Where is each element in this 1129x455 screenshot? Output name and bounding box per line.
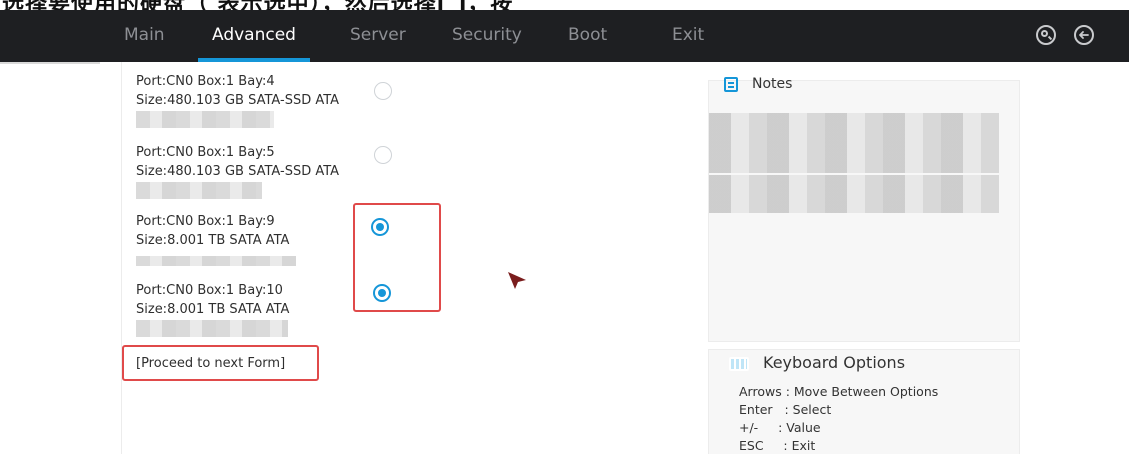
tab-security[interactable]: Security xyxy=(452,10,522,62)
proceed-to-next-form-link[interactable]: [Proceed to next Form] xyxy=(136,356,285,371)
keyboard-option-row: Enter : Select xyxy=(739,402,832,417)
notes-icon xyxy=(724,77,738,92)
back-icon[interactable] xyxy=(1074,25,1094,45)
keyboard-options-panel: Keyboard Options Arrows : Move Between O… xyxy=(708,349,1020,454)
disk-port-label: Port:CN0 Box:1 Bay:10 xyxy=(136,283,283,298)
tab-exit[interactable]: Exit xyxy=(672,10,704,62)
disk-item-bay9[interactable]: Port:CN0 Box:1 Bay:9 Size:8.001 TB SATA … xyxy=(136,212,366,266)
keyboard-options-title: Keyboard Options xyxy=(763,353,906,372)
disk-port-label: Port:CN0 Box:1 Bay:5 xyxy=(136,145,275,160)
tab-boot[interactable]: Boot xyxy=(568,10,607,62)
keyboard-option-row: Arrows : Move Between Options xyxy=(739,384,939,399)
disk-port-label: Port:CN0 Box:1 Bay:4 xyxy=(136,74,275,89)
tab-main[interactable]: Main xyxy=(124,10,165,62)
redacted-notes-text xyxy=(709,113,999,233)
caption-strip: 选择要使用的硬盘（ 表示选中），然后选择[ ]，按 xyxy=(0,0,1129,10)
mouse-cursor-icon xyxy=(506,270,528,294)
keyboard-option-row: +/- : Value xyxy=(739,420,821,435)
keyboard-options-list: Arrows : Move Between Options Enter : Se… xyxy=(739,383,938,455)
disk-radio-bay5[interactable] xyxy=(374,146,392,164)
disk-port-label: Port:CN0 Box:1 Bay:9 xyxy=(136,214,275,229)
disk-item-bay4[interactable]: Port:CN0 Box:1 Bay:4 Size:480.103 GB SAT… xyxy=(136,72,366,128)
notes-panel xyxy=(708,80,1020,342)
disk-radio-bay4[interactable] xyxy=(374,82,392,100)
redacted-serial xyxy=(136,320,288,337)
caption-text: 选择要使用的硬盘（ 表示选中），然后选择[ ]，按 xyxy=(2,0,513,10)
disk-size-label: Size:8.001 TB SATA ATA xyxy=(136,233,290,248)
tab-advanced[interactable]: Advanced xyxy=(198,10,310,62)
disk-size-label: Size:8.001 TB SATA ATA xyxy=(136,302,290,317)
keyboard-option-row: ESC : Exit xyxy=(739,438,816,453)
left-panel-edge xyxy=(0,62,100,64)
highlight-selected-radios xyxy=(353,203,441,312)
redacted-serial xyxy=(136,111,274,128)
tab-server[interactable]: Server xyxy=(350,10,406,62)
redacted-serial xyxy=(136,182,262,199)
disk-size-label: Size:480.103 GB SATA-SSD ATA xyxy=(136,93,340,108)
disk-size-label: Size:480.103 GB SATA-SSD ATA xyxy=(136,164,340,179)
disk-item-bay5[interactable]: Port:CN0 Box:1 Bay:5 Size:480.103 GB SAT… xyxy=(136,143,366,199)
redacted-serial xyxy=(136,256,296,266)
keyboard-icon xyxy=(729,357,749,371)
disk-item-bay10[interactable]: Port:CN0 Box:1 Bay:10 Size:8.001 TB SATA… xyxy=(136,281,366,337)
notes-title: Notes xyxy=(752,76,793,92)
top-nav-bar: Main Advanced Server Security Boot Exit xyxy=(0,10,1129,62)
search-icon[interactable] xyxy=(1036,25,1056,45)
